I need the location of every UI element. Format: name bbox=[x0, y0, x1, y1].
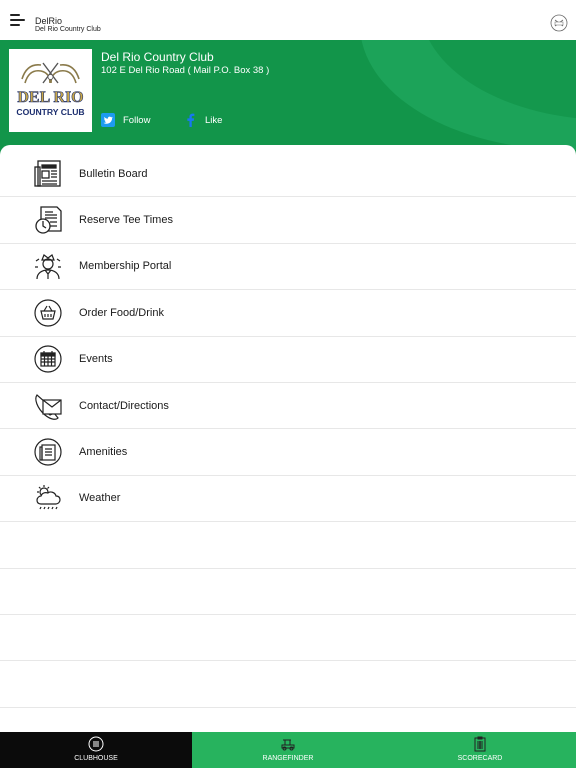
golf-cart-icon bbox=[281, 739, 295, 751]
top-bar: DelRio Del Rio Country Club bbox=[0, 0, 576, 40]
member-icon bbox=[32, 250, 64, 282]
twitter-icon bbox=[101, 113, 115, 127]
app-subtitle: Del Rio Country Club bbox=[35, 26, 101, 33]
logo-text-bottom: COUNTRY CLUB bbox=[16, 107, 84, 117]
empty-row bbox=[0, 569, 576, 615]
twitter-follow-button[interactable]: Follow bbox=[101, 112, 150, 128]
empty-row bbox=[0, 661, 576, 708]
weather-icon bbox=[32, 482, 64, 514]
menu-icon[interactable] bbox=[10, 14, 26, 28]
twitter-label: Follow bbox=[123, 114, 151, 126]
list-icon bbox=[32, 436, 64, 468]
club-crest-icon[interactable] bbox=[550, 14, 568, 32]
menu-list: Bulletin Board Reserve Tee Times Members… bbox=[0, 145, 576, 732]
phone-envelope-icon bbox=[32, 390, 64, 422]
menu-item-bulletin-board[interactable]: Bulletin Board bbox=[0, 151, 576, 198]
menu-item-events[interactable]: Events bbox=[0, 337, 576, 383]
empty-row bbox=[0, 615, 576, 662]
basket-icon bbox=[32, 297, 64, 329]
menu-item-membership-portal[interactable]: Membership Portal bbox=[0, 244, 576, 291]
club-address: 102 E Del Rio Road ( Mail P.O. Box 38 ) bbox=[101, 65, 270, 76]
facebook-icon bbox=[183, 113, 197, 127]
menu-circle-icon bbox=[88, 736, 104, 752]
club-name: Del Rio Country Club bbox=[101, 50, 214, 64]
tab-label: SCORECARD bbox=[457, 755, 503, 762]
menu-item-order-food-drink[interactable]: Order Food/Drink bbox=[0, 290, 576, 337]
scorecard-icon bbox=[474, 736, 486, 752]
logo-text-top: DEL RIO bbox=[17, 89, 83, 106]
menu-item-label: Bulletin Board bbox=[79, 167, 148, 180]
tab-scorecard[interactable]: SCORECARD bbox=[384, 732, 576, 768]
newspaper-icon bbox=[32, 158, 64, 190]
menu-item-label: Contact/Directions bbox=[79, 399, 169, 412]
menu-item-reserve-tee-times[interactable]: Reserve Tee Times bbox=[0, 197, 576, 244]
tab-clubhouse[interactable]: CLUBHOUSE bbox=[0, 732, 192, 768]
app-title: DelRio bbox=[35, 16, 63, 26]
club-logo: DEL RIO COUNTRY CLUB bbox=[9, 49, 92, 132]
facebook-label: Like bbox=[205, 114, 223, 126]
menu-item-label: Weather bbox=[79, 492, 121, 505]
menu-item-contact-directions[interactable]: Contact/Directions bbox=[0, 383, 576, 430]
menu-item-amenities[interactable]: Amenities bbox=[0, 429, 576, 476]
menu-item-label: Reserve Tee Times bbox=[79, 214, 173, 227]
facebook-like-button[interactable]: Like bbox=[183, 112, 222, 128]
empty-row bbox=[0, 522, 576, 569]
menu-item-label: Order Food/Drink bbox=[79, 306, 164, 319]
tab-rangefinder[interactable]: RANGEFINDER bbox=[192, 732, 384, 768]
club-header: DEL RIO COUNTRY CLUB Del Rio Country Clu… bbox=[0, 40, 576, 158]
menu-item-weather[interactable]: Weather bbox=[0, 476, 576, 523]
menu-item-label: Amenities bbox=[79, 446, 128, 459]
tab-label: RANGEFINDER bbox=[262, 755, 314, 762]
menu-item-label: Membership Portal bbox=[79, 260, 172, 273]
calendar-icon bbox=[32, 343, 64, 375]
bottom-tab-bar: CLUBHOUSE RANGEFINDER SCORECARD bbox=[0, 732, 576, 768]
tab-label: CLUBHOUSE bbox=[74, 755, 118, 762]
menu-item-label: Events bbox=[79, 353, 113, 366]
clock-document-icon bbox=[32, 204, 64, 236]
